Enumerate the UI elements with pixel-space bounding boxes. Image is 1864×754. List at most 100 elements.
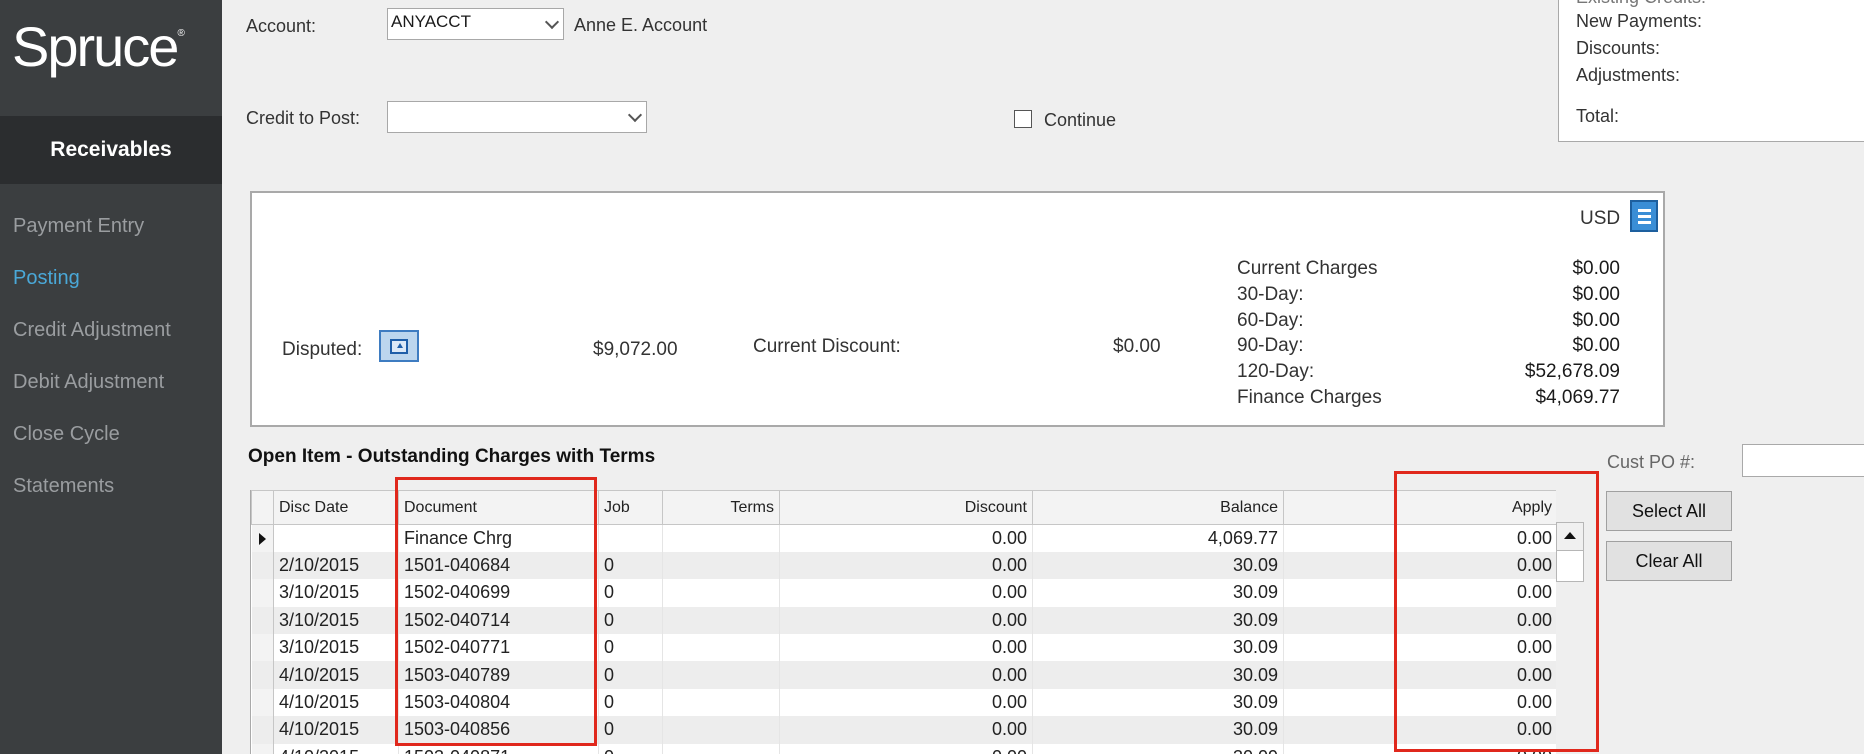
sidebar-item-posting[interactable]: Posting	[0, 259, 222, 311]
cell-balance[interactable]: 30.09	[1032, 716, 1284, 744]
aging-value: $0.00	[1572, 284, 1620, 305]
spruce-logo: Spruce®	[12, 15, 185, 78]
cell-terms[interactable]	[662, 743, 780, 754]
aging-label: Finance Charges	[1237, 387, 1382, 408]
sidebar-item-statements[interactable]: Statements	[0, 467, 222, 519]
new-payments-label: New Payments:	[1576, 11, 1703, 31]
current-row-arrow-icon	[258, 533, 266, 546]
cell-disc-date[interactable]: 3/10/2015	[273, 579, 399, 607]
cell-discount[interactable]: 0.00	[779, 716, 1033, 744]
row-selector[interactable]	[251, 661, 274, 689]
cell-job[interactable]: 0	[598, 716, 663, 744]
continue-checkbox[interactable]	[1014, 110, 1032, 128]
column-header-disc-date[interactable]: Disc Date	[273, 490, 399, 525]
cell-discount[interactable]: 0.00	[779, 661, 1033, 689]
cell-discount[interactable]: 0.00	[779, 579, 1033, 607]
cell-terms[interactable]	[662, 524, 780, 552]
cell-job[interactable]: 0	[598, 551, 663, 580]
cell-job[interactable]: 0	[598, 743, 663, 754]
row-selector[interactable]	[251, 551, 274, 580]
cell-disc-date[interactable]: 3/10/2015	[273, 634, 399, 662]
cell-discount[interactable]: 0.00	[779, 551, 1033, 580]
account-select-value: ANYACCT	[391, 12, 471, 31]
apply-column-highlight	[1394, 471, 1599, 752]
column-header-terms[interactable]: Terms	[662, 490, 780, 525]
cell-disc-date[interactable]: 4/10/2015	[273, 688, 399, 717]
cell-discount[interactable]: 0.00	[779, 688, 1033, 717]
cust-po-input[interactable]	[1742, 444, 1864, 477]
aging-label: 30-Day:	[1237, 284, 1304, 305]
cell-disc-date[interactable]: 2/10/2015	[273, 551, 399, 580]
row-selector[interactable]	[251, 634, 274, 662]
aging-value: $0.00	[1572, 335, 1620, 356]
balances-panel: USD Disputed: $9,072.00 Current Discount…	[250, 191, 1665, 427]
row-selector[interactable]	[251, 716, 274, 744]
row-selector[interactable]	[251, 606, 274, 635]
cell-disc-date[interactable]: 4/10/2015	[273, 661, 399, 689]
sidebar-item-debit-adjustment[interactable]: Debit Adjustment	[0, 363, 222, 415]
cell-discount[interactable]: 0.00	[779, 606, 1033, 635]
cell-balance[interactable]: 30.09	[1032, 579, 1284, 607]
sidebar-item-close-cycle[interactable]: Close Cycle	[0, 415, 222, 467]
adjustments-label: Adjustments:	[1576, 65, 1681, 85]
aging-value: $4,069.77	[1535, 387, 1620, 408]
cell-balance[interactable]: 4,069.77	[1032, 524, 1284, 552]
aging-value: $0.00	[1572, 310, 1620, 331]
cell-disc-date[interactable]	[273, 524, 399, 552]
cell-terms[interactable]	[662, 716, 780, 744]
current-discount-label: Current Discount:	[753, 336, 901, 357]
column-header-balance[interactable]: Balance	[1032, 490, 1284, 525]
cell-disc-date[interactable]: 4/10/2015	[273, 743, 399, 754]
cell-balance[interactable]: 30.09	[1032, 661, 1284, 689]
disputed-button[interactable]	[379, 330, 419, 362]
cell-disc-date[interactable]: 4/10/2015	[273, 716, 399, 744]
credit-to-post-select[interactable]	[387, 101, 647, 133]
sidebar-item-credit-adjustment[interactable]: Credit Adjustment	[0, 311, 222, 363]
column-header-discount[interactable]: Discount	[779, 490, 1033, 525]
row-selector-header	[251, 490, 274, 525]
cell-discount[interactable]: 0.00	[779, 634, 1033, 662]
cell-terms[interactable]	[662, 661, 780, 689]
cell-job[interactable]: 0	[598, 579, 663, 607]
row-selector[interactable]	[251, 688, 274, 717]
cell-discount[interactable]: 0.00	[779, 524, 1033, 552]
cell-job[interactable]: 0	[598, 661, 663, 689]
cell-balance[interactable]: 30.09	[1032, 634, 1284, 662]
cell-job[interactable]	[598, 524, 663, 552]
currency-label: USD	[1580, 208, 1621, 229]
account-select[interactable]: ANYACCT	[387, 8, 564, 40]
cell-discount[interactable]: 0.00	[779, 743, 1033, 754]
cell-terms[interactable]	[662, 634, 780, 662]
aging-value: $0.00	[1572, 258, 1620, 279]
row-selector[interactable]	[251, 579, 274, 607]
clear-all-button[interactable]: Clear All	[1606, 541, 1732, 581]
disputed-label: Disputed:	[282, 339, 363, 360]
cell-job[interactable]: 0	[598, 688, 663, 717]
account-name: Anne E. Account	[574, 15, 708, 35]
cell-terms[interactable]	[662, 606, 780, 635]
cell-terms[interactable]	[662, 688, 780, 717]
cell-job[interactable]: 0	[598, 634, 663, 662]
row-selector[interactable]	[251, 743, 274, 754]
cell-balance[interactable]: 30.09	[1032, 551, 1284, 580]
account-label: Account:	[246, 16, 317, 36]
cell-balance[interactable]: 30.09	[1032, 606, 1284, 635]
cell-balance[interactable]: 30.09	[1032, 743, 1284, 754]
cell-job[interactable]: 0	[598, 606, 663, 635]
currency-menu-button[interactable]	[1630, 200, 1658, 232]
grid-title: Open Item - Outstanding Charges with Ter…	[248, 446, 656, 467]
column-header-job[interactable]: Job	[598, 490, 663, 525]
cell-disc-date[interactable]: 3/10/2015	[273, 606, 399, 635]
sidebar-item-payment-entry[interactable]: Payment Entry	[0, 207, 222, 259]
aging-label: 60-Day:	[1237, 310, 1304, 331]
cell-balance[interactable]: 30.09	[1032, 688, 1284, 717]
cell-terms[interactable]	[662, 579, 780, 607]
document-column-highlight	[395, 477, 597, 746]
select-all-button[interactable]: Select All	[1606, 491, 1732, 531]
discounts-label: Discounts:	[1576, 38, 1661, 58]
row-selector[interactable]	[251, 524, 274, 552]
sidebar-nav: Payment Entry Posting Credit Adjustment …	[0, 207, 222, 519]
cell-terms[interactable]	[662, 551, 780, 580]
existing-credits-label: Existing Credits:	[1576, 0, 1706, 8]
aging-label: 120-Day:	[1237, 361, 1315, 382]
